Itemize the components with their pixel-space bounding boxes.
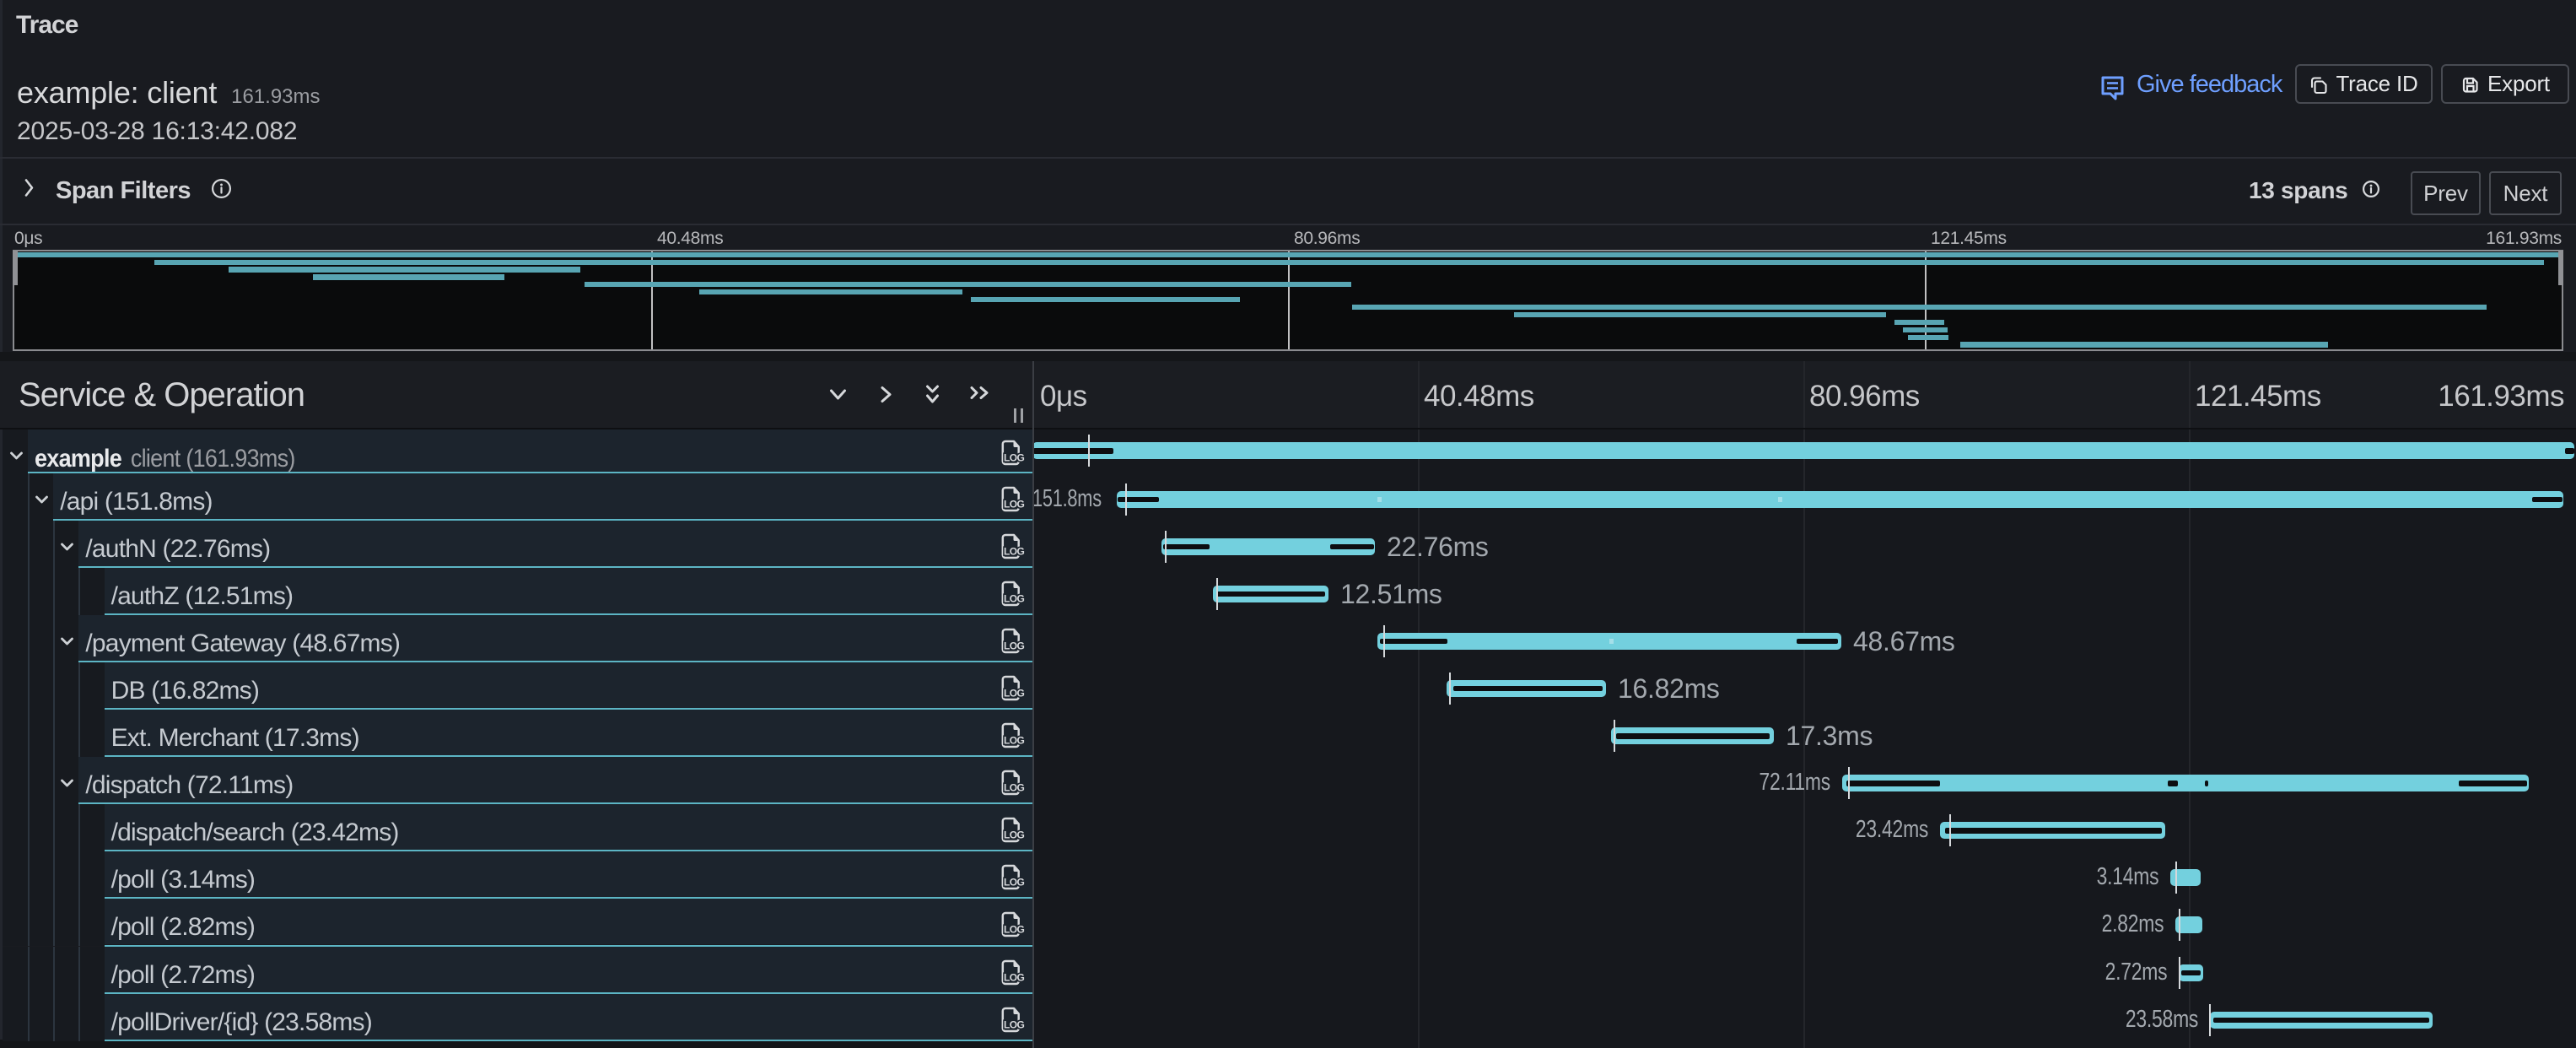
svg-text:LOG: LOG [1004,640,1024,651]
svg-text:LOG: LOG [1004,498,1024,510]
svg-text:LOG: LOG [1004,924,1024,936]
svg-text:LOG: LOG [1004,545,1024,557]
svg-text:LOG: LOG [1004,452,1024,464]
svg-text:LOG: LOG [1004,735,1024,747]
svg-text:LOG: LOG [1004,971,1024,983]
svg-text:LOG: LOG [1004,1018,1024,1030]
svg-text:LOG: LOG [1004,877,1024,889]
svg-text:LOG: LOG [1004,592,1024,604]
svg-text:LOG: LOG [1004,782,1024,794]
svg-text:LOG: LOG [1004,829,1024,841]
svg-text:LOG: LOG [1004,687,1024,699]
